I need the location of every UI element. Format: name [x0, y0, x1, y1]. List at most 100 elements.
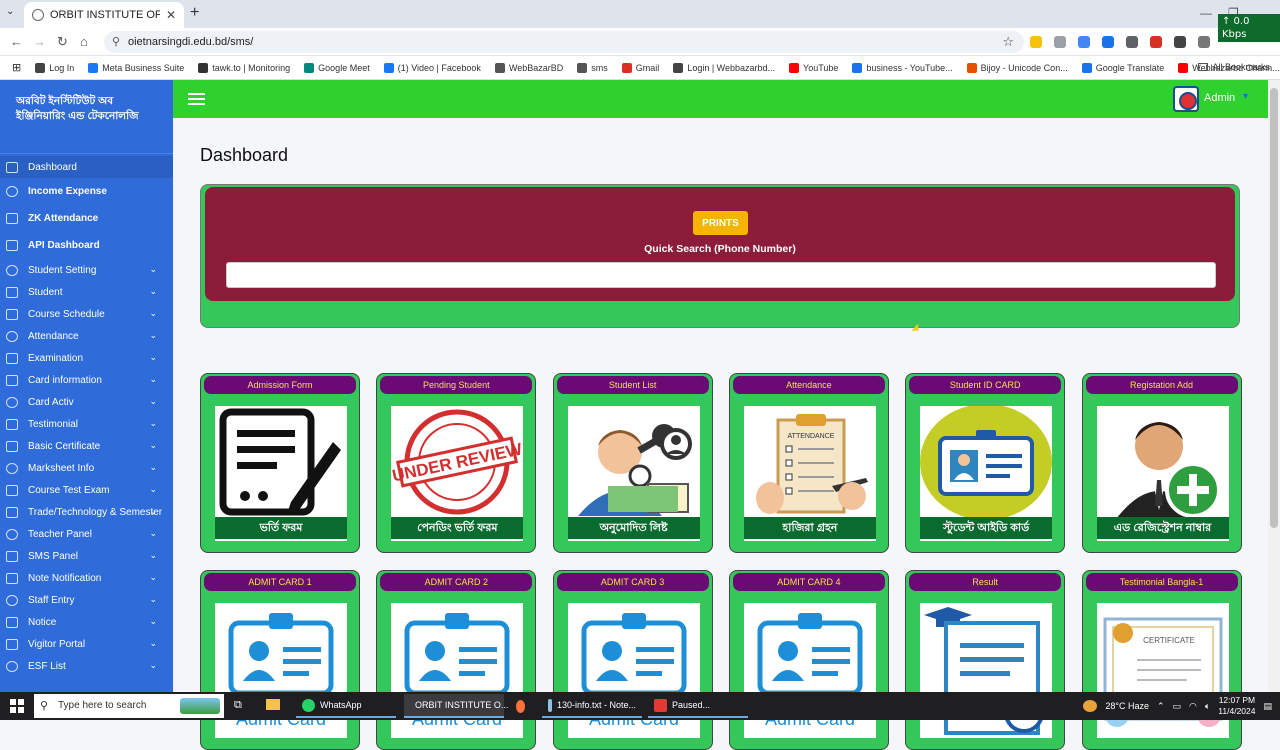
taskbar-app-notepad[interactable]: 130-info.txt - Note...	[542, 694, 642, 718]
windows-start-icon[interactable]	[10, 699, 24, 713]
extension-icon[interactable]	[1030, 36, 1042, 48]
extension-icon[interactable]	[1150, 36, 1162, 48]
sidebar-item-esf-list[interactable]: ESF List ⌄	[0, 655, 173, 677]
bookmark-item[interactable]: tawk.to | Monitoring	[198, 62, 290, 73]
card-title[interactable]: Result	[909, 573, 1062, 591]
card-title[interactable]: ADMIT CARD 4	[732, 573, 885, 591]
reload-icon[interactable]: ↻	[57, 34, 68, 50]
sidebar-item-course-schedule[interactable]: Course Schedule ⌄	[0, 303, 173, 325]
bookmark-star-icon[interactable]: ☆	[1002, 31, 1014, 53]
wifi-icon[interactable]: ◠	[1189, 701, 1197, 712]
browser-tab[interactable]: ORBIT INSTITUTE OF ENGINEER ✕	[24, 2, 184, 28]
hamburger-menu-icon[interactable]	[188, 93, 205, 105]
taskbar-search[interactable]: ⚲ Type here to search	[34, 694, 224, 718]
new-tab-icon[interactable]: +	[190, 4, 199, 22]
caret-down-icon[interactable]: ▾	[1243, 91, 1248, 102]
dashboard-card-pending-student[interactable]: Pending Student UNDER REVIEW পেনডিং ভর্তি …	[376, 373, 537, 553]
weather-text[interactable]: 28°C Haze	[1105, 701, 1149, 711]
clock[interactable]: 12:07 PM 11/4/2024	[1218, 695, 1255, 717]
bookmark-item[interactable]: business - YouTube...	[852, 62, 953, 73]
card-title[interactable]: Admission Form	[204, 376, 356, 394]
sidebar-item-vigitor-portal[interactable]: Vigitor Portal ⌄	[0, 633, 173, 655]
sidebar-item-dashboard[interactable]: Dashboard	[0, 156, 173, 178]
tray-chevron-icon[interactable]: ⌃	[1157, 701, 1165, 712]
bookmark-item[interactable]: Log In	[35, 62, 74, 73]
dashboard-card-student-list[interactable]: Student List অনুমোদিত লিষ্ট	[552, 373, 713, 553]
bookmark-item[interactable]: Bijoy - Unicode Con...	[966, 62, 1068, 73]
network-icon[interactable]: ▭	[1173, 701, 1182, 712]
sidebar-item-income-expense[interactable]: Income Expense	[0, 178, 173, 205]
sidebar-item-student-setting[interactable]: Student Setting ⌄	[0, 259, 173, 281]
dashboard-card-admit-card-4[interactable]: ADMIT CARD 4Admit Card	[728, 570, 889, 750]
card-title[interactable]: ADMIT CARD 3	[556, 573, 709, 591]
bookmark-item[interactable]: Meta Business Suite	[88, 62, 184, 73]
sidebar-item-attendance[interactable]: Attendance ⌄	[0, 325, 173, 347]
volume-icon[interactable]: 🔈︎	[1205, 701, 1210, 712]
card-title[interactable]: Pending Student	[380, 376, 533, 394]
bookmark-item[interactable]: (1) Video | Facebook	[383, 62, 481, 73]
minimize-icon[interactable]: —	[1200, 6, 1212, 20]
extension-icon[interactable]	[1078, 36, 1090, 48]
dashboard-card-admit-card-3[interactable]: ADMIT CARD 3Admit Card	[552, 570, 713, 750]
taskbar-app-recorder[interactable]: Paused...	[648, 694, 748, 718]
tab-close-icon[interactable]: ✕	[166, 8, 176, 22]
dashboard-card-result[interactable]: Result	[905, 570, 1066, 750]
dashboard-card-student-id-card[interactable]: Student ID CARD স্টুডেন্ট আইডি কার্ড	[905, 373, 1066, 553]
bookmark-item[interactable]: Google Translate	[1081, 62, 1164, 73]
sidebar-brand[interactable]: অরবিট ইনস্টিটিউট অব ইঞ্জিনিয়ারিং এন্ড ট…	[0, 80, 173, 154]
apps-grid-icon[interactable]: ⊞	[12, 61, 21, 74]
sidebar-item-examination[interactable]: Examination ⌄	[0, 347, 173, 369]
card-title[interactable]: ADMIT CARD 1	[204, 573, 356, 591]
taskbar-app-firefox[interactable]	[510, 694, 536, 718]
sidebar-item-trade-technology-semester[interactable]: Trade/Technology & Semester ⌄	[0, 501, 173, 523]
extension-icon[interactable]	[1174, 36, 1186, 48]
back-icon[interactable]: ←	[10, 34, 23, 49]
sidebar-item-student[interactable]: Student ⌄	[0, 281, 173, 303]
card-title[interactable]: Testimonial Bangla-1	[1085, 573, 1238, 591]
sidebar-item-api-dashboard[interactable]: API Dashboard	[0, 232, 173, 259]
quick-search-input[interactable]	[226, 262, 1216, 288]
prints-button[interactable]: PRINTS	[693, 211, 748, 235]
taskbar-app-chrome[interactable]: ORBIT INSTITUTE O...	[404, 694, 508, 718]
admin-name[interactable]: Admin	[1204, 92, 1235, 104]
sidebar-item-notice[interactable]: Notice ⌄	[0, 611, 173, 633]
sidebar-item-card-activ[interactable]: Card Activ ⌄	[0, 391, 173, 413]
sidebar-item-note-notification[interactable]: Note Notification ⌄	[0, 567, 173, 589]
bookmark-item[interactable]: Login | Webbazarbd...	[673, 62, 775, 73]
sidebar-item-teacher-panel[interactable]: Teacher Panel ⌄	[0, 523, 173, 545]
card-title[interactable]: Student List	[556, 376, 709, 394]
extension-icon[interactable]	[1054, 36, 1066, 48]
extension-icon[interactable]	[1126, 36, 1138, 48]
sidebar-item-zk-attendance[interactable]: ZK Attendance	[0, 205, 173, 232]
notifications-icon[interactable]: ▤	[1263, 701, 1272, 712]
url-field[interactable]: ⚲ oietnarsingdi.edu.bd/sms/ ☆	[104, 31, 1024, 53]
scrollbar-thumb[interactable]	[1270, 88, 1278, 528]
card-title[interactable]: Attendance	[732, 376, 885, 394]
sidebar-item-sms-panel[interactable]: SMS Panel ⌄	[0, 545, 173, 567]
bookmark-item[interactable]: sms	[577, 62, 608, 73]
home-icon[interactable]: ⌂	[80, 34, 88, 49]
sidebar-item-staff-entry[interactable]: Staff Entry ⌄	[0, 589, 173, 611]
bookmark-item[interactable]: WebBazarBD	[494, 62, 563, 73]
dashboard-card-admit-card-1[interactable]: ADMIT CARD 1Admit Card	[200, 570, 360, 750]
sidebar-item-marksheet-info[interactable]: Marksheet Info ⌄	[0, 457, 173, 479]
dashboard-card-admission-form[interactable]: Admission Form ভর্তি ফরম	[200, 373, 360, 553]
extensions-puzzle-icon[interactable]	[1198, 36, 1210, 48]
bookmark-item[interactable]: YouTube	[789, 62, 838, 73]
dashboard-card-testimonial-bangla-1[interactable]: Testimonial Bangla-1 CERTIFICATE	[1081, 570, 1242, 750]
bookmark-item[interactable]: Gmail	[621, 62, 659, 73]
card-title[interactable]: ADMIT CARD 2	[380, 573, 533, 591]
bookmark-item[interactable]: Google Meet	[304, 62, 370, 73]
sidebar-item-testimonial[interactable]: Testimonial ⌄	[0, 413, 173, 435]
page-scrollbar[interactable]	[1268, 80, 1280, 692]
taskbar-app-whatsapp[interactable]: WhatsApp	[296, 694, 396, 718]
file-explorer-icon[interactable]	[266, 699, 280, 710]
card-title[interactable]: Student ID CARD	[909, 376, 1062, 394]
dashboard-card-admit-card-2[interactable]: ADMIT CARD 2Admit Card	[376, 570, 537, 750]
dashboard-card-attendance[interactable]: Attendance ATTENDANCE হাজিরা গ্রহন	[728, 373, 889, 553]
extension-icon[interactable]	[1102, 36, 1114, 48]
sidebar-item-basic-certificate[interactable]: Basic Certificate ⌄	[0, 435, 173, 457]
card-title[interactable]: Registation Add	[1085, 376, 1238, 394]
sidebar-item-card-information[interactable]: Card information ⌄	[0, 369, 173, 391]
weather-icon[interactable]	[1083, 700, 1098, 712]
